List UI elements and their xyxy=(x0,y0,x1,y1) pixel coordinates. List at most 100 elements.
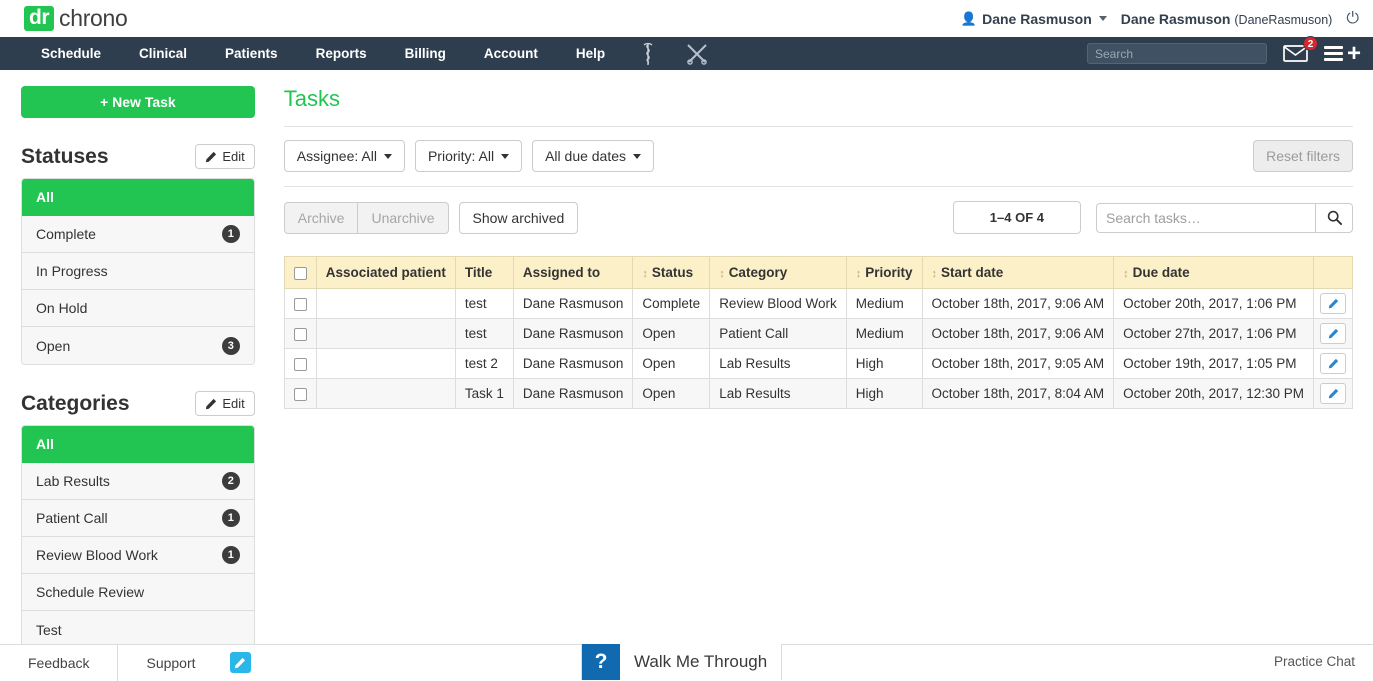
filter-row: Assignee: All Priority: All All due date… xyxy=(284,127,1353,186)
cell-priority: High xyxy=(846,349,922,379)
row-actions-cell xyxy=(1314,319,1353,349)
priority-filter-label: Priority: All xyxy=(428,148,494,164)
category-item-review-blood-work[interactable]: Review Blood Work 1 xyxy=(22,537,254,574)
cell-priority: High xyxy=(846,379,922,409)
power-icon[interactable]: ⏻ xyxy=(1346,10,1359,28)
task-search-input[interactable] xyxy=(1096,203,1315,233)
table-row[interactable]: test Dane Rasmuson Complete Review Blood… xyxy=(284,289,1352,319)
plus-icon[interactable]: + xyxy=(1347,45,1361,63)
navbar-right: 2 + xyxy=(1087,37,1361,70)
pencil-icon xyxy=(205,398,217,410)
col-assigned-to[interactable]: Assigned to xyxy=(513,257,633,289)
row-actions-cell xyxy=(1314,379,1353,409)
col-priority[interactable]: ↕Priority xyxy=(846,257,922,289)
row-select-cell xyxy=(284,349,316,379)
nav-item-help[interactable]: Help xyxy=(557,37,624,70)
pencil-icon xyxy=(1328,358,1339,369)
archive-button[interactable]: Archive xyxy=(284,202,359,234)
nav-item-clinical[interactable]: Clinical xyxy=(120,37,206,70)
category-count-badge: 1 xyxy=(222,509,240,527)
status-item-open[interactable]: Open 3 xyxy=(22,327,254,364)
row-edit-button[interactable] xyxy=(1320,293,1346,314)
cell-category: Lab Results xyxy=(710,379,847,409)
show-archived-button[interactable]: Show archived xyxy=(459,202,579,234)
unarchive-button[interactable]: Unarchive xyxy=(358,202,448,234)
logo-dr-mark: dr xyxy=(24,6,54,31)
due-date-filter-label: All due dates xyxy=(545,148,626,164)
priority-filter-dropdown[interactable]: Priority: All xyxy=(415,140,522,172)
categories-title: Categories xyxy=(21,392,130,416)
assignee-filter-dropdown[interactable]: Assignee: All xyxy=(284,140,405,172)
category-item-lab-results[interactable]: Lab Results 2 xyxy=(22,463,254,500)
nav-icon-group xyxy=(640,42,710,66)
chevron-down-icon xyxy=(1099,16,1107,21)
main-content: Tasks Assignee: All Priority: All All du… xyxy=(276,70,1373,677)
col-start-date[interactable]: ↕Start date xyxy=(922,257,1114,289)
crossed-instruments-icon[interactable] xyxy=(684,42,710,66)
nav-item-schedule[interactable]: Schedule xyxy=(22,37,120,70)
task-search-button[interactable] xyxy=(1315,203,1353,233)
cell-category: Review Blood Work xyxy=(710,289,847,319)
status-item-complete[interactable]: Complete 1 xyxy=(22,216,254,253)
navbar-menu-plus-group[interactable]: + xyxy=(1324,45,1361,63)
status-item-in-progress[interactable]: In Progress xyxy=(22,253,254,290)
messages-button[interactable]: 2 xyxy=(1283,44,1308,63)
status-label: Open xyxy=(36,338,70,354)
reset-filters-button[interactable]: Reset filters xyxy=(1253,140,1353,172)
cell-title: test xyxy=(455,289,513,319)
status-item-all[interactable]: All xyxy=(22,179,254,216)
footer-bar: Feedback Support ? Walk Me Through Pract… xyxy=(0,644,1373,680)
cell-title: test 2 xyxy=(455,349,513,379)
edit-statuses-button[interactable]: Edit xyxy=(195,144,254,169)
cell-assigned-to: Dane Rasmuson xyxy=(513,319,633,349)
table-row[interactable]: test Dane Rasmuson Open Patient Call Med… xyxy=(284,319,1352,349)
row-checkbox[interactable] xyxy=(294,298,307,311)
user-menu[interactable]: 👤 Dane Rasmuson xyxy=(961,11,1107,27)
col-associated-patient[interactable]: Associated patient xyxy=(316,257,455,289)
status-count-badge: 1 xyxy=(222,225,240,243)
table-row[interactable]: Task 1 Dane Rasmuson Open Lab Results Hi… xyxy=(284,379,1352,409)
feedback-link[interactable]: Feedback xyxy=(0,645,117,681)
new-task-button[interactable]: + New Task xyxy=(21,86,255,118)
category-item-test[interactable]: Test xyxy=(22,611,254,648)
category-item-patient-call[interactable]: Patient Call 1 xyxy=(22,500,254,537)
table-row[interactable]: test 2 Dane Rasmuson Open Lab Results Hi… xyxy=(284,349,1352,379)
hamburger-icon[interactable] xyxy=(1324,46,1343,61)
walk-me-through-button[interactable]: ? Walk Me Through xyxy=(581,644,782,680)
sort-icon: ↕ xyxy=(642,268,648,280)
chevron-down-icon xyxy=(501,154,509,159)
row-edit-button[interactable] xyxy=(1320,353,1346,374)
col-status[interactable]: ↕Status xyxy=(633,257,710,289)
nav-item-reports[interactable]: Reports xyxy=(297,37,386,70)
row-edit-button[interactable] xyxy=(1320,383,1346,404)
support-link[interactable]: Support xyxy=(118,645,223,681)
nav-item-billing[interactable]: Billing xyxy=(386,37,465,70)
cell-due-date: October 27th, 2017, 1:06 PM xyxy=(1114,319,1314,349)
edit-categories-button[interactable]: Edit xyxy=(195,391,254,416)
nav-item-patients[interactable]: Patients xyxy=(206,37,297,70)
caduceus-icon[interactable] xyxy=(640,42,656,66)
global-search-input[interactable] xyxy=(1087,43,1267,64)
status-label: All xyxy=(36,189,54,205)
row-checkbox[interactable] xyxy=(294,358,307,371)
col-title[interactable]: Title xyxy=(455,257,513,289)
select-all-checkbox[interactable] xyxy=(294,267,307,280)
cell-associated-patient xyxy=(316,289,455,319)
row-checkbox[interactable] xyxy=(294,328,307,341)
drchrono-logo[interactable]: dr chrono xyxy=(24,5,128,32)
support-pencil-icon[interactable] xyxy=(230,652,251,673)
col-category[interactable]: ↕Category xyxy=(710,257,847,289)
row-checkbox[interactable] xyxy=(294,388,307,401)
cell-start-date: October 18th, 2017, 9:05 AM xyxy=(922,349,1114,379)
col-due-date[interactable]: ↕Due date xyxy=(1114,257,1314,289)
nav-item-account[interactable]: Account xyxy=(465,37,557,70)
category-item-all[interactable]: All xyxy=(22,426,254,463)
cell-priority: Medium xyxy=(846,319,922,349)
category-item-schedule-review[interactable]: Schedule Review xyxy=(22,574,254,611)
row-edit-button[interactable] xyxy=(1320,323,1346,344)
practice-chat-link[interactable]: Practice Chat xyxy=(1274,644,1355,680)
due-date-filter-dropdown[interactable]: All due dates xyxy=(532,140,654,172)
cell-title: Task 1 xyxy=(455,379,513,409)
status-item-on-hold[interactable]: On Hold xyxy=(22,290,254,327)
category-label: Test xyxy=(36,622,62,638)
